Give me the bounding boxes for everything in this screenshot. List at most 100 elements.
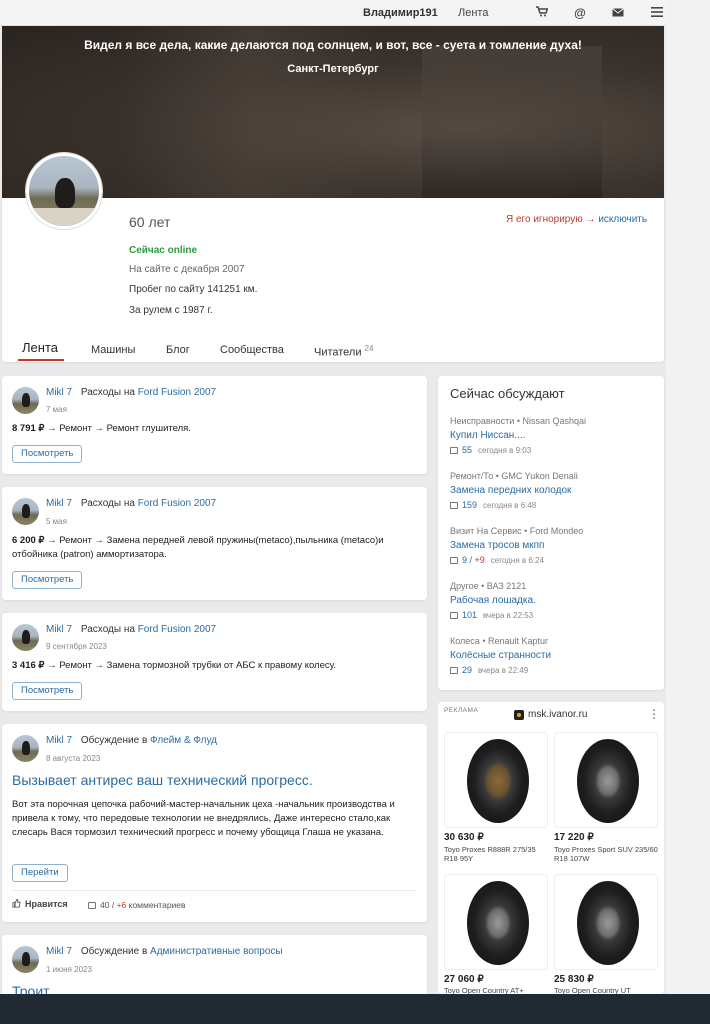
trending-category[interactable]: Неисправности • Nissan Qashqai: [450, 416, 656, 426]
readers-count: 24: [364, 344, 374, 353]
tab-readers[interactable]: Читатели 24: [314, 344, 373, 359]
avatar-image-part: [55, 178, 75, 208]
trending-category[interactable]: Визит На Сервис • Ford Mondeo: [450, 526, 656, 536]
trending-meta: 159 сегодня в 6:48: [450, 500, 656, 510]
tab-readers-label: Читатели: [314, 346, 362, 359]
author-avatar[interactable]: [12, 387, 39, 414]
trending-count[interactable]: 101: [462, 610, 477, 620]
feed-author-line: Mikl 7 Обсуждение в Административные воп…: [46, 946, 283, 957]
open-button[interactable]: Перейти: [12, 864, 68, 882]
author-avatar[interactable]: [12, 946, 39, 973]
community-link[interactable]: Флейм & Флуд: [150, 735, 217, 746]
ad-product-image[interactable]: [554, 732, 658, 828]
card-divider: [12, 890, 416, 891]
trending-item: Колеса • Renault Kaptur Колёсные странно…: [450, 636, 656, 675]
profile-city: Санкт-Петербург: [287, 63, 379, 75]
feed-action: Расходы на: [80, 624, 135, 635]
comments-link[interactable]: 40 / +6 комментариев: [88, 900, 186, 910]
trending-count-value: 9: [462, 555, 468, 565]
comments-label: комментариев: [128, 900, 186, 910]
trending-count[interactable]: 55: [462, 445, 472, 455]
avatar-image-part: [22, 393, 30, 407]
more-icon[interactable]: ⋮: [648, 707, 660, 721]
ad-product-image[interactable]: [554, 874, 658, 970]
view-button[interactable]: Посмотреть: [12, 571, 83, 589]
bottom-overlay-bar: [0, 994, 710, 1024]
cart-icon[interactable]: [534, 5, 550, 21]
ad-product-price[interactable]: 30 630 ₽: [444, 832, 484, 843]
ad-product-image[interactable]: [444, 874, 548, 970]
author-avatar[interactable]: [12, 624, 39, 651]
car-link[interactable]: Ford Fusion 2007: [138, 624, 216, 635]
tire-image: [577, 739, 639, 823]
view-button[interactable]: Посмотреть: [12, 445, 83, 463]
trending-count[interactable]: 9 / +9: [462, 555, 485, 565]
view-button[interactable]: Посмотреть: [12, 682, 83, 700]
member-since: На сайте с декабря 2007: [129, 264, 245, 275]
menu-icon[interactable]: [649, 5, 665, 21]
trending-title-link[interactable]: Купил Ниссан....: [450, 430, 656, 441]
trending-category[interactable]: Ремонт/То • GMC Yukon Denali: [450, 471, 656, 481]
feed-date: 7 мая: [46, 405, 67, 414]
feed-action: Расходы на: [80, 498, 135, 509]
unignore-link[interactable]: исключить: [598, 214, 647, 225]
ad-product-name[interactable]: Toyo Proxes R888R 275/35 R18 95Y: [444, 845, 548, 863]
author-link[interactable]: Mikl 7: [46, 946, 72, 957]
author-avatar[interactable]: [12, 735, 39, 762]
community-link[interactable]: Административные вопросы: [150, 946, 283, 957]
ad-product-price[interactable]: 27 060 ₽: [444, 974, 484, 985]
post-title-link[interactable]: Вызывает антирес ваш технический прогрес…: [12, 772, 313, 788]
profile-quote: Видел я все дела, какие делаются под сол…: [84, 38, 582, 52]
ad-block[interactable]: РЕКЛАМА msk.ivanor.ru ⋮ 30 630 ₽ Toyo Pr…: [438, 702, 664, 994]
expense-amount: 3 416 ₽: [12, 660, 45, 671]
car-link[interactable]: Ford Fusion 2007: [138, 498, 216, 509]
post-excerpt: Вот эта порочная цепочка рабочий-мастер-…: [12, 799, 395, 838]
trending-item: Визит На Сервис • Ford Mondeo Замена тро…: [450, 526, 656, 565]
trending-title: Сейчас обсуждают: [450, 386, 565, 401]
feed-date: 5 мая: [46, 517, 67, 526]
tab-cars[interactable]: Машины: [91, 344, 135, 356]
online-status: Сейчас online: [129, 245, 198, 256]
like-button[interactable]: Нравится: [12, 899, 68, 909]
author-link[interactable]: Mikl 7: [46, 624, 72, 635]
trending-title-link[interactable]: Колёсные странности: [450, 650, 656, 661]
profile-cover: Видел я все дела, какие делаются под сол…: [2, 26, 664, 198]
ad-site[interactable]: msk.ivanor.ru: [514, 709, 587, 720]
comment-icon: [88, 902, 96, 909]
car-link[interactable]: Ford Fusion 2007: [138, 387, 216, 398]
trending-count[interactable]: 29: [462, 665, 472, 675]
author-avatar[interactable]: [12, 498, 39, 525]
avatar-image-part: [22, 504, 30, 518]
trending-time: сегодня в 6:48: [483, 501, 537, 510]
ad-product-name[interactable]: Toyo Proxes Sport SUV 235/60 R18 107W: [554, 845, 658, 863]
trending-category[interactable]: Другое • ВАЗ 2121: [450, 581, 656, 591]
tab-feed[interactable]: Лента: [18, 340, 64, 361]
profile-avatar[interactable]: [26, 153, 102, 229]
author-link[interactable]: Mikl 7: [46, 498, 72, 509]
tab-blog[interactable]: Блог: [166, 344, 190, 356]
ignore-status: Я его игнорирую → исключить: [506, 214, 647, 225]
feed-link[interactable]: Лента: [458, 7, 488, 19]
mail-icon[interactable]: [610, 5, 626, 21]
ad-product-price[interactable]: 17 220 ₽: [554, 832, 594, 843]
at-icon[interactable]: @: [572, 5, 588, 21]
trending-count[interactable]: 159: [462, 500, 477, 510]
feed-card: Mikl 7 Расходы на Ford Fusion 2007 7 мая…: [2, 376, 427, 474]
ad-product-price[interactable]: 25 830 ₽: [554, 974, 594, 985]
author-link[interactable]: Mikl 7: [46, 387, 72, 398]
feed-author-line: Mikl 7 Расходы на Ford Fusion 2007: [46, 624, 216, 635]
ad-product-image[interactable]: [444, 732, 548, 828]
trending-category[interactable]: Колеса • Renault Kaptur: [450, 636, 656, 646]
feed-text: 3 416 ₽ → Ремонт → Замена тормозной труб…: [12, 659, 416, 673]
trending-title-link[interactable]: Замена тросов мкпп: [450, 540, 656, 551]
ad-product-name[interactable]: Toyo Open Country UT: [554, 986, 658, 994]
ad-product-name[interactable]: Toyo Open Country AT+: [444, 986, 548, 994]
author-link[interactable]: Mikl 7: [46, 735, 72, 746]
username-link[interactable]: Владимир191: [363, 7, 438, 19]
trending-title-link[interactable]: Рабочая лошадка.: [450, 595, 656, 606]
ignore-text: Я его игнорирую →: [506, 214, 596, 225]
expense-description: → Ремонт → Замена передней левой пружины…: [12, 535, 384, 560]
tire-image: [467, 739, 529, 823]
trending-title-link[interactable]: Замена передних колодок: [450, 485, 656, 496]
tab-communities[interactable]: Сообщества: [220, 344, 284, 356]
